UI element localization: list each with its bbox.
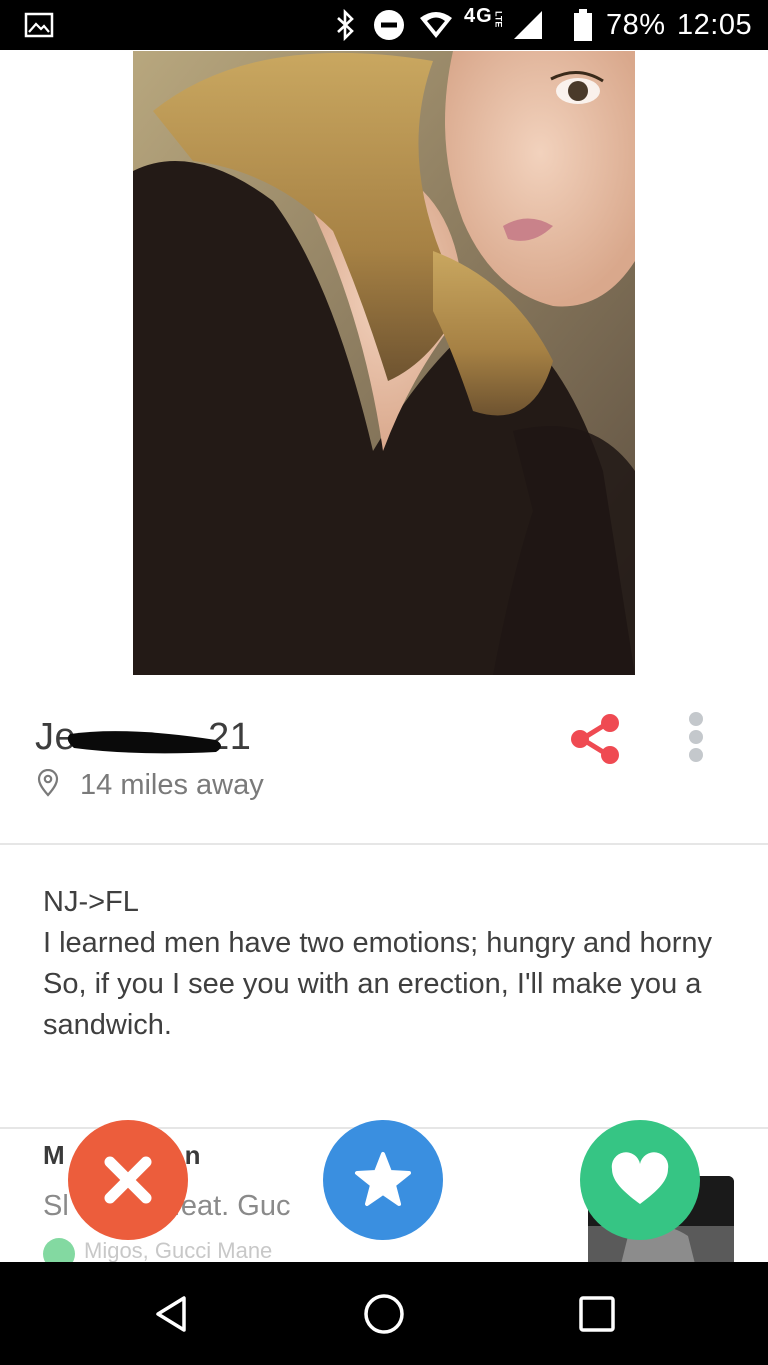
nope-button[interactable] [68,1120,188,1240]
profile-photo[interactable] [133,51,635,675]
like-button[interactable] [580,1120,700,1240]
distance-row: 14 miles away [36,765,264,805]
back-triangle-icon [156,1295,186,1332]
gallery-notification-icon [24,0,54,50]
network-type-icon: 4G LTE [464,4,504,28]
status-bar: 4G LTE 78% 12:05 [0,0,768,50]
location-pin-icon [36,768,60,802]
clock: 12:05 [677,8,753,41]
close-icon [104,1156,152,1204]
signal-icon [512,0,544,50]
more-vertical-icon [689,712,703,762]
profile-bio: NJ->FL I learned men have two emotions; … [43,886,713,1041]
star-icon [355,1152,411,1206]
do-not-disturb-icon [373,0,405,50]
share-icon [571,714,619,764]
distance-text: 14 miles away [80,768,264,801]
heart-icon [611,1152,669,1204]
wifi-icon [418,0,454,50]
super-like-button[interactable] [323,1120,443,1240]
recents-button[interactable] [547,1262,647,1365]
battery-percent: 78% [606,8,666,41]
name-redaction-mark [67,731,221,754]
back-button[interactable] [122,1262,222,1365]
battery-icon [572,0,594,50]
home-circle-icon [364,1293,404,1334]
more-options-button[interactable] [684,710,708,766]
home-button[interactable] [334,1262,434,1365]
system-navigation-bar [0,1262,768,1365]
recents-square-icon [579,1295,615,1332]
bluetooth-icon [333,0,357,50]
share-button[interactable] [568,711,624,767]
anthem-artist: Migos, Gucci Mane [84,1238,273,1263]
section-divider [0,843,768,845]
